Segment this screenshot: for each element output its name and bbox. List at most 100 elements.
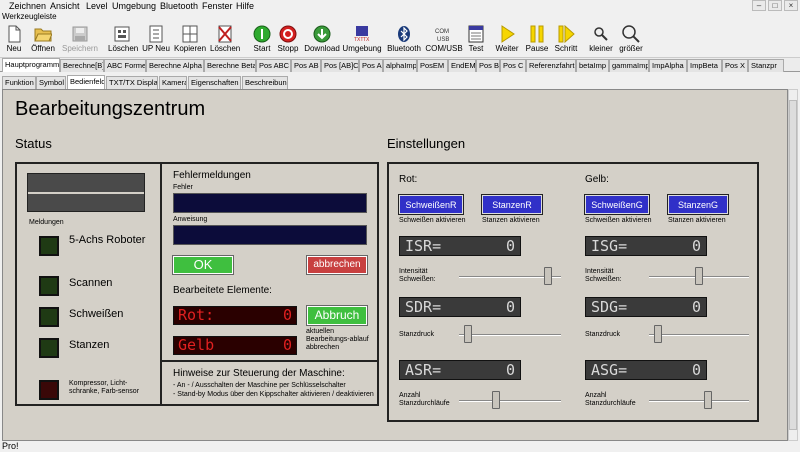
bluetooth-button[interactable]: Bluetooth (386, 24, 422, 58)
tab-berechne-alpha[interactable]: Berechne Alpha (146, 59, 204, 72)
tab-berechne-beta[interactable]: Berechne Beta (204, 59, 256, 72)
menu-bar: Zeichnen Ansicht Level Umgebung Bluetoot… (0, 0, 800, 12)
subtab-bedienfeld[interactable]: Bedienfeld (67, 75, 105, 89)
slider-thumb[interactable] (464, 325, 472, 343)
slider-track[interactable] (649, 400, 749, 402)
slider-thumb[interactable] (654, 325, 662, 343)
open-button[interactable]: Öffnen (30, 24, 56, 58)
continue-button[interactable]: Weiter (494, 24, 520, 58)
subtab-kamera[interactable]: Kamera (159, 76, 187, 89)
tab-alphaimp[interactable]: alphaImp (383, 59, 417, 72)
delete-label: Löschen (108, 44, 139, 53)
zoom-out-button[interactable]: kleiner (588, 24, 614, 58)
maximize-button[interactable]: □ (768, 0, 782, 11)
subtab-eigenschaften[interactable]: Eigenschaften (188, 76, 241, 89)
start-button[interactable]: Start (250, 24, 274, 58)
menu-umgebung[interactable]: Umgebung (112, 1, 156, 11)
tab-pos-abc[interactable]: Pos ABC (256, 59, 291, 72)
slider-track[interactable] (459, 334, 561, 336)
tab-abc-formel[interactable]: ABC Formel (104, 59, 146, 72)
download-label: Download (304, 44, 340, 53)
tab-pos-a[interactable]: Pos A (359, 59, 383, 72)
tab-betaimp[interactable]: betaImp (576, 59, 609, 72)
slider-thumb[interactable] (492, 391, 500, 409)
tab-pos-x[interactable]: Pos X (722, 59, 748, 72)
subtab-beschreibung[interactable]: Beschreibung (242, 76, 288, 89)
cancel-button[interactable]: abbrechen (306, 255, 368, 275)
pressure-yellow-slider[interactable] (649, 324, 749, 346)
intensity-yellow-slider[interactable] (649, 266, 749, 288)
slider-thumb[interactable] (544, 267, 552, 285)
delete-subprogram-label: Löschen (210, 44, 241, 53)
count-yellow-slider[interactable] (649, 390, 749, 412)
slider-track[interactable] (459, 400, 561, 402)
tab-endem[interactable]: EndEM (448, 59, 476, 72)
tab-hauptprogramm[interactable]: Hauptprogramm (2, 58, 60, 72)
tab-posem[interactable]: PosEM (417, 59, 448, 72)
slider-track[interactable] (649, 334, 749, 336)
menu-bluetooth[interactable]: Bluetooth (160, 1, 198, 11)
tab-impalpha[interactable]: ImpAlpha (649, 59, 687, 72)
test-label: Test (468, 44, 484, 53)
messages-label: Meldungen (29, 219, 64, 226)
scrollbar-thumb[interactable] (789, 100, 797, 430)
environment-label: Umgebung (342, 44, 382, 53)
bluetooth-label: Bluetooth (387, 44, 421, 53)
tab-pos-ab-c[interactable]: Pos [AB]C (321, 59, 359, 72)
menu-zeichnen[interactable]: Zeichnen (9, 1, 46, 11)
com-usb-button[interactable]: COM USB COM/USB (424, 24, 464, 58)
count-red-slider[interactable] (459, 390, 561, 412)
delete-subprogram-button[interactable]: Löschen (210, 24, 240, 58)
menu-ansicht[interactable]: Ansicht (50, 1, 80, 11)
tab-pos-ab[interactable]: Pos AB (291, 59, 321, 72)
subtab-symbol[interactable]: Symbol (36, 76, 66, 89)
slider-thumb[interactable] (695, 267, 703, 285)
download-button[interactable]: Download (304, 24, 340, 58)
tab-stanzpr[interactable]: Stanzpr (748, 59, 784, 72)
close-button[interactable]: × (784, 0, 798, 11)
delete-button[interactable]: Löschen (108, 24, 139, 58)
pause-icon (530, 25, 544, 43)
new-button[interactable]: Neu (3, 24, 25, 58)
tab-gammaimp[interactable]: gammaImp (609, 59, 649, 72)
isg-label: ISG= (591, 237, 628, 255)
test-button[interactable]: Test (464, 24, 488, 58)
step-button[interactable]: Schritt (553, 24, 579, 58)
pause-button[interactable]: Pause (524, 24, 550, 58)
copy-button[interactable]: Kopieren (174, 24, 206, 58)
intensity-red-slider[interactable] (459, 266, 561, 288)
subtab-funktion[interactable]: Funktion (2, 76, 36, 89)
menu-level[interactable]: Level (86, 1, 108, 11)
tab-berechne-b-[interactable]: Berechne[B] (60, 59, 104, 72)
subtab-txt-tx-display[interactable]: TXT/TX Display (106, 76, 158, 89)
minimize-button[interactable]: – (752, 0, 766, 11)
punch-red-button[interactable]: StanzenR (481, 194, 543, 215)
weld-red-button[interactable]: SchweißenR (398, 194, 464, 215)
abort-button[interactable]: Abbruch (306, 305, 368, 326)
yellow-count-display: Gelb 0 (173, 336, 297, 355)
save-button[interactable]: Speichern (61, 24, 99, 58)
env-icon-tx-text: TX (363, 37, 370, 43)
up-new-button[interactable]: UP Neu (142, 24, 170, 58)
ok-button[interactable]: OK (172, 255, 234, 275)
tab-pos-c[interactable]: Pos C (500, 59, 526, 72)
zoom-in-button[interactable]: größer (618, 24, 644, 58)
menu-hilfe[interactable]: Hilfe (236, 1, 254, 11)
new-file-icon (8, 25, 21, 43)
tab-referenzfahrt[interactable]: Referenzfahrt (526, 59, 576, 72)
yellow-count-value: 0 (282, 336, 292, 354)
zoom-out-label: kleiner (589, 44, 613, 53)
pressure-red-slider[interactable] (459, 324, 561, 346)
tab-impbeta[interactable]: ImpBeta (687, 59, 722, 72)
pressure-red-label: Stanzdruck (399, 331, 435, 338)
slider-thumb[interactable] (704, 391, 712, 409)
tab-pos-b[interactable]: Pos B (476, 59, 500, 72)
stop-button[interactable]: Stopp (276, 24, 300, 58)
isg-display: ISG= 0 (585, 236, 707, 256)
weld-yellow-button[interactable]: SchweißenG (584, 194, 650, 215)
punch-yellow-button[interactable]: StanzenG (667, 194, 729, 215)
environment-button[interactable]: TXT TX Umgebung (342, 24, 382, 58)
com-icon-text: COM (435, 29, 449, 35)
menu-fenster[interactable]: Fenster (202, 1, 233, 11)
delete-icon (114, 26, 130, 42)
